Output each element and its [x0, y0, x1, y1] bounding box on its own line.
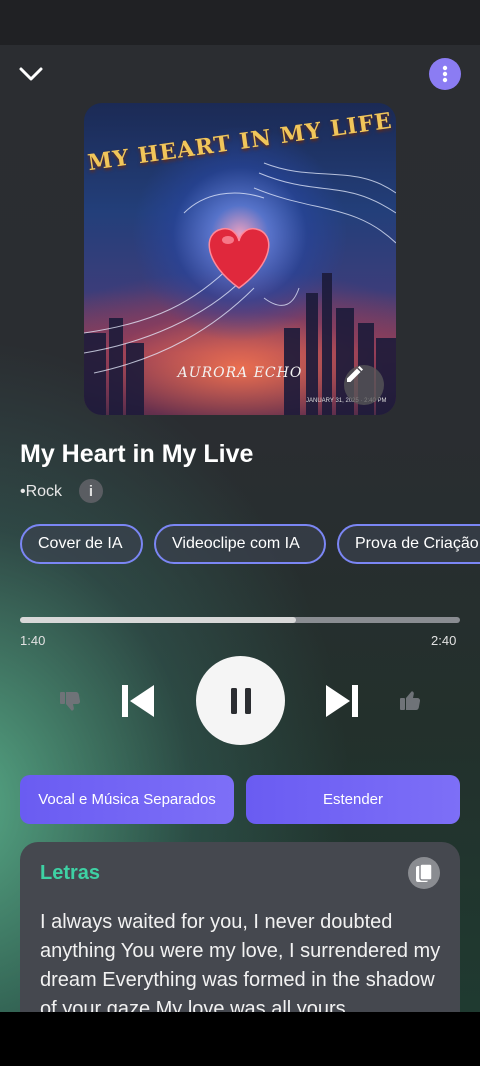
extend-label: Estender	[322, 791, 384, 808]
more-options-button[interactable]	[429, 58, 461, 90]
song-genre: •Rock	[20, 483, 63, 500]
album-cover: MY HEART IN MY LIFE AURORA ECHO JANUARY …	[84, 103, 396, 415]
lyrics-heading: Letras	[40, 862, 101, 884]
skip-next-icon	[326, 685, 358, 717]
info-button[interactable]: i	[79, 479, 103, 503]
chip-label: Prova de Criação	[355, 535, 479, 552]
current-time: 1:40	[20, 633, 46, 648]
like-button[interactable]	[394, 685, 426, 717]
chip-prova-criacao[interactable]: Prova de Criação	[337, 524, 480, 564]
copy-lyrics-button[interactable]	[408, 857, 440, 889]
skip-previous-icon	[122, 685, 154, 717]
chip-cover-ia[interactable]: Cover de IA	[20, 524, 143, 564]
dislike-button[interactable]	[54, 685, 86, 717]
edit-cover-button[interactable]	[344, 365, 384, 405]
pencil-icon	[347, 366, 363, 382]
more-vertical-icon	[442, 65, 448, 83]
pause-button[interactable]	[196, 656, 285, 745]
total-time: 2:40	[431, 633, 457, 648]
chip-label: Cover de IA	[38, 535, 123, 552]
song-title: My Heart in My Live	[20, 440, 254, 468]
separate-label: Vocal e Música Separados	[38, 791, 216, 808]
thumbs-up-icon	[400, 691, 421, 710]
chip-label: Videoclipe com IA	[172, 535, 300, 552]
chevron-down-icon[interactable]	[18, 61, 44, 87]
separate-vocal-music-button[interactable]: Vocal e Música Separados	[20, 775, 234, 824]
pause-icon	[230, 687, 251, 714]
status-bar	[0, 0, 480, 45]
copy-icon	[416, 863, 433, 882]
previous-button[interactable]	[118, 681, 158, 721]
chip-videoclipe-ia[interactable]: Videoclipe com IA	[154, 524, 326, 564]
progress-fill	[20, 617, 296, 623]
info-icon: i	[88, 482, 94, 500]
lyrics-text: I always waited for you, I never doubted…	[40, 911, 441, 1012]
progress-bar[interactable]	[20, 617, 460, 623]
extend-button[interactable]: Estender	[246, 775, 460, 824]
lyrics-card: Letras I always waited for you, I never …	[20, 842, 460, 1012]
player-screen: MY HEART IN MY LIFE AURORA ECHO JANUARY …	[0, 45, 480, 1012]
navigation-bar	[0, 1012, 480, 1066]
thumbs-down-icon	[60, 692, 81, 711]
next-button[interactable]	[322, 681, 362, 721]
